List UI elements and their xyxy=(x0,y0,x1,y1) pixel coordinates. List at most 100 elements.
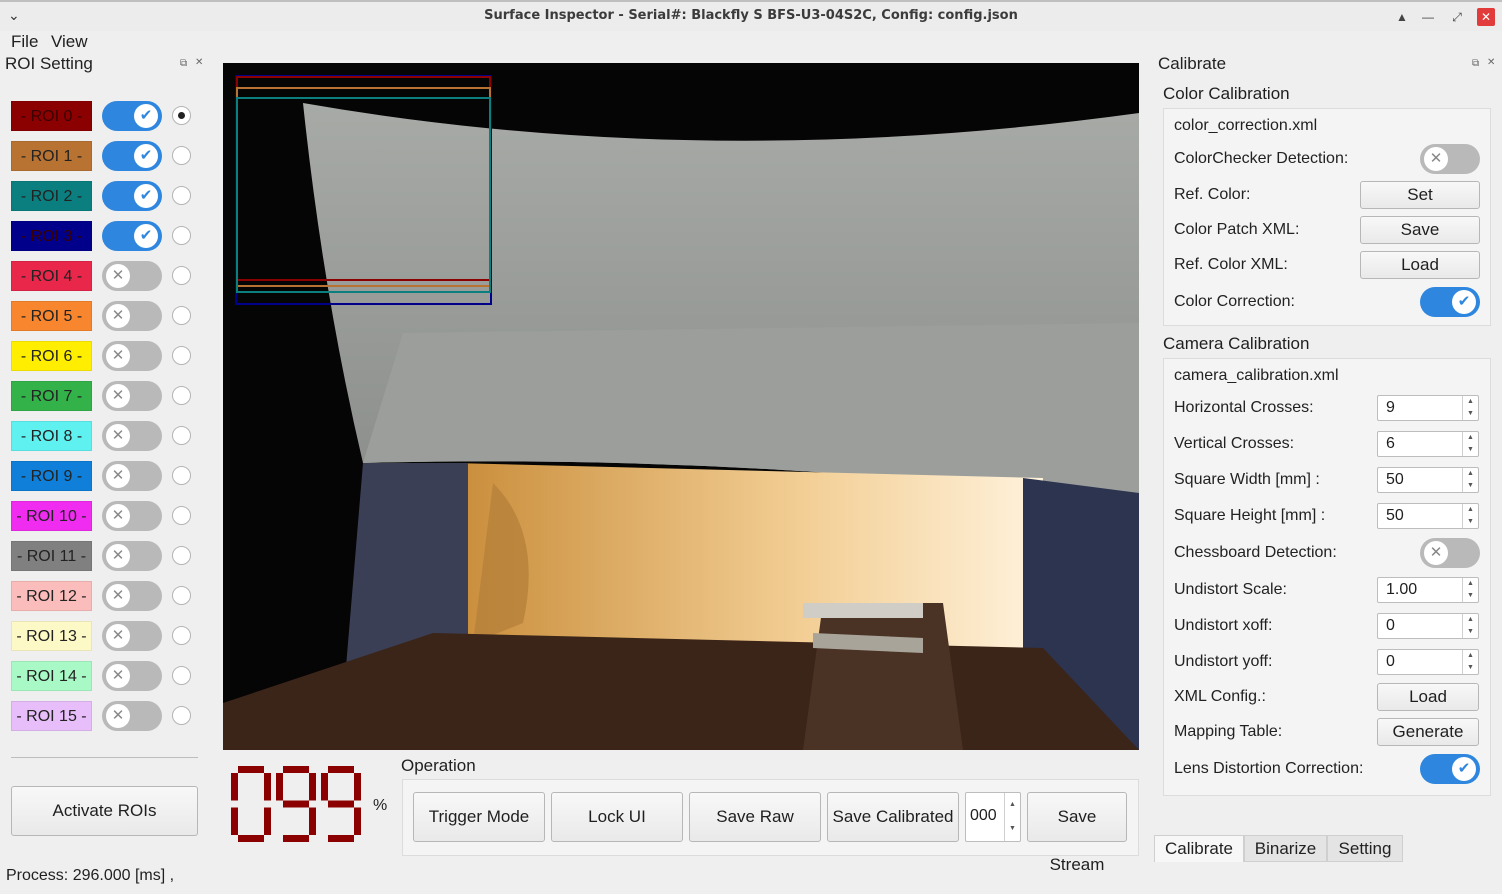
ref-color-set-button[interactable]: Set xyxy=(1360,181,1480,209)
toggle-off-icon: ✕ xyxy=(106,264,130,288)
seven-segment-bar xyxy=(328,835,354,842)
colorchecker-toggle[interactable]: ✕ xyxy=(1420,144,1480,174)
toggle-off-icon: ✕ xyxy=(106,664,130,688)
checkmark-icon: ✔ xyxy=(1452,290,1476,314)
calibrate-dock-float-icon[interactable]: ⧉ xyxy=(1472,58,1479,69)
spin-arrows-icon[interactable]: ▲ ▼ xyxy=(1462,650,1478,674)
roi-select-radio[interactable] xyxy=(172,466,191,485)
h-crosses-spinbox[interactable]: 9 ▲ ▼ xyxy=(1377,395,1479,421)
roi-enable-toggle[interactable]: ✕ xyxy=(102,661,162,691)
trigger-mode-button[interactable]: Trigger Mode xyxy=(413,792,545,842)
lock-ui-button[interactable]: Lock UI xyxy=(551,792,683,842)
camera-calibration-file: camera_calibration.xml xyxy=(1174,367,1339,384)
roi-select-radio[interactable] xyxy=(172,146,191,165)
minimize-icon[interactable]: — xyxy=(1419,8,1437,26)
roi-select-radio[interactable] xyxy=(172,706,191,725)
frame-counter-value: 000 xyxy=(970,807,997,824)
roi-select-radio[interactable] xyxy=(172,626,191,645)
square-height-label: Square Height [mm] : xyxy=(1174,507,1326,524)
seven-segment-bar xyxy=(283,766,309,773)
frame-counter-spinbox[interactable]: 000 ▲ ▼ xyxy=(965,792,1021,842)
menu-file[interactable]: File xyxy=(11,32,38,52)
save-stream-button[interactable]: Save Stream xyxy=(1027,792,1127,874)
roi-select-radio[interactable] xyxy=(172,546,191,565)
square-height-spinbox[interactable]: 50 ▲ ▼ xyxy=(1377,503,1479,529)
square-width-spinbox[interactable]: 50 ▲ ▼ xyxy=(1377,467,1479,493)
undistort-xoff-spinbox[interactable]: 0 ▲ ▼ xyxy=(1377,613,1479,639)
spin-arrows-icon[interactable]: ▲ ▼ xyxy=(1462,468,1478,492)
color-patch-save-button[interactable]: Save xyxy=(1360,216,1480,244)
roi-select-radio[interactable] xyxy=(172,386,191,405)
chessboard-toggle[interactable]: ✕ xyxy=(1420,538,1480,568)
ref-color-label: Ref. Color: xyxy=(1174,186,1251,203)
menu-view[interactable]: View xyxy=(51,32,88,52)
roi-dock-float-icon[interactable]: ⧉ xyxy=(180,58,187,69)
roi-enable-toggle[interactable]: ✕ xyxy=(102,381,162,411)
roi-label: - ROI 5 - xyxy=(11,301,92,331)
close-icon[interactable]: ✕ xyxy=(1477,8,1495,26)
roi-select-radio[interactable] xyxy=(172,506,191,525)
xml-config-load-button[interactable]: Load xyxy=(1377,683,1479,711)
roi-enable-toggle[interactable]: ✕ xyxy=(102,461,162,491)
roi-enable-toggle[interactable]: ✕ xyxy=(102,301,162,331)
roi-dock-close-icon[interactable]: ✕ xyxy=(195,57,203,68)
v-crosses-label: Vertical Crosses: xyxy=(1174,435,1295,452)
roi-select-radio[interactable] xyxy=(172,226,191,245)
roi-enable-toggle[interactable]: ✔ xyxy=(102,101,162,131)
spin-arrows-icon[interactable]: ▲ ▼ xyxy=(1462,432,1478,456)
spin-arrows-icon[interactable]: ▲ ▼ xyxy=(1462,504,1478,528)
seven-segment-bar xyxy=(231,807,238,835)
roi-select-radio[interactable] xyxy=(172,106,191,125)
ref-color-xml-load-button[interactable]: Load xyxy=(1360,251,1480,279)
spin-arrows-icon[interactable]: ▲ ▼ xyxy=(1462,396,1478,420)
save-raw-button[interactable]: Save Raw xyxy=(689,792,821,842)
roi-enable-toggle[interactable]: ✕ xyxy=(102,541,162,571)
calibrate-dock-close-icon[interactable]: ✕ xyxy=(1487,57,1495,68)
roi-label: - ROI 4 - xyxy=(11,261,92,291)
roi-select-radio[interactable] xyxy=(172,266,191,285)
maximize-icon[interactable]: ⤢ xyxy=(1448,8,1466,26)
undistort-xoff-label: Undistort xoff: xyxy=(1174,617,1273,634)
roi-enable-toggle[interactable]: ✔ xyxy=(102,181,162,211)
roi-enable-toggle[interactable]: ✕ xyxy=(102,421,162,451)
tab-binarize[interactable]: Binarize xyxy=(1244,835,1327,862)
calibrate-dock-title: Calibrate xyxy=(1158,54,1227,73)
roi-select-radio[interactable] xyxy=(172,426,191,445)
mapping-table-generate-button[interactable]: Generate xyxy=(1377,718,1479,746)
roi-select-radio[interactable] xyxy=(172,186,191,205)
roi-enable-toggle[interactable]: ✕ xyxy=(102,621,162,651)
roi-select-radio[interactable] xyxy=(172,586,191,605)
undistort-scale-label: Undistort Scale: xyxy=(1174,581,1287,598)
undistort-yoff-spinbox[interactable]: 0 ▲ ▼ xyxy=(1377,649,1479,675)
roi-enable-toggle[interactable]: ✔ xyxy=(102,141,162,171)
roi-label: - ROI 10 - xyxy=(11,501,92,531)
save-calibrated-button[interactable]: Save Calibrated xyxy=(827,792,959,842)
keep-above-icon[interactable]: ▲ xyxy=(1393,8,1411,26)
undistort-scale-spinbox[interactable]: 1.00 ▲ ▼ xyxy=(1377,577,1479,603)
roi-enable-toggle[interactable]: ✕ xyxy=(102,701,162,731)
roi-enable-toggle[interactable]: ✕ xyxy=(102,341,162,371)
v-crosses-spinbox[interactable]: 6 ▲ ▼ xyxy=(1377,431,1479,457)
roi-select-radio[interactable] xyxy=(172,666,191,685)
percent-sign: % xyxy=(373,797,388,814)
roi-label: - ROI 6 - xyxy=(11,341,92,371)
spin-arrows-icon[interactable]: ▲ ▼ xyxy=(1462,614,1478,638)
tab-setting[interactable]: Setting xyxy=(1327,835,1403,862)
camera-view[interactable] xyxy=(223,63,1139,750)
spin-arrows-icon[interactable]: ▲ ▼ xyxy=(1462,578,1478,602)
tab-calibrate[interactable]: Calibrate xyxy=(1154,835,1244,862)
seven-segment-bar xyxy=(354,773,361,801)
roi-enable-toggle[interactable]: ✔ xyxy=(102,221,162,251)
undistort-yoff-label: Undistort yoff: xyxy=(1174,653,1273,670)
lens-distortion-toggle[interactable]: ✔ xyxy=(1420,754,1480,784)
square-width-value: 50 xyxy=(1386,471,1404,488)
activate-rois-button[interactable]: Activate ROIs xyxy=(11,786,198,836)
color-correction-toggle[interactable]: ✔ xyxy=(1420,287,1480,317)
roi-enable-toggle[interactable]: ✕ xyxy=(102,501,162,531)
roi-select-radio[interactable] xyxy=(172,346,191,365)
roi-enable-toggle[interactable]: ✕ xyxy=(102,581,162,611)
roi-row: - ROI 13 - ✕ xyxy=(11,621,201,651)
roi-enable-toggle[interactable]: ✕ xyxy=(102,261,162,291)
spin-arrows-icon[interactable]: ▲ ▼ xyxy=(1004,793,1020,841)
roi-select-radio[interactable] xyxy=(172,306,191,325)
